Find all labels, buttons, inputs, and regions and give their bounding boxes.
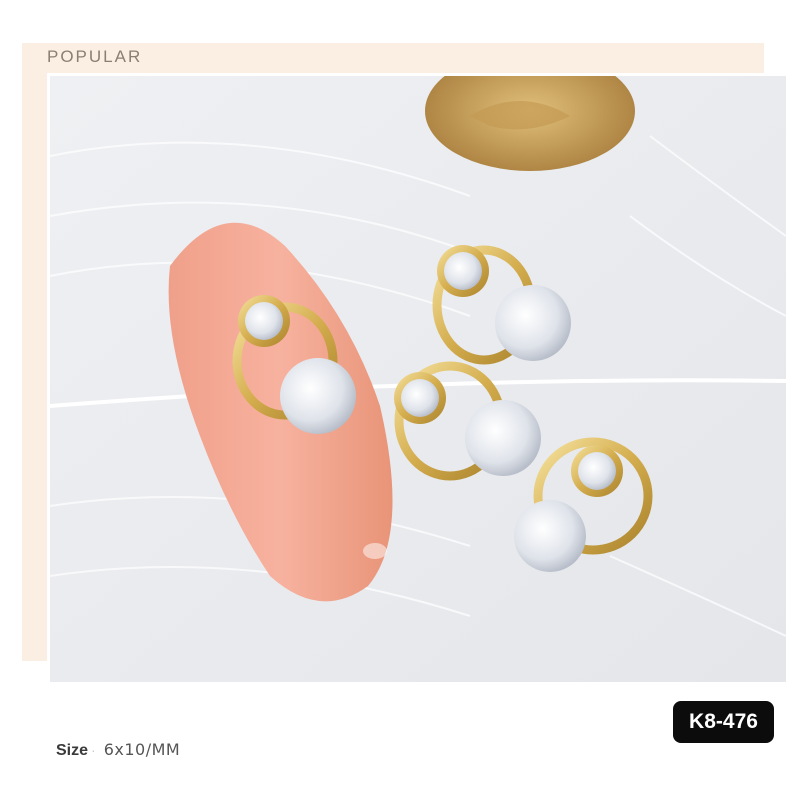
size-label: Size: [56, 742, 89, 759]
sku-badge: K8-476: [673, 701, 774, 743]
size-row: Size · 6x10/MM: [56, 740, 180, 760]
product-photo: [47, 73, 789, 685]
size-value: 6x10/MM: [103, 740, 181, 759]
section-title: POPULAR: [47, 47, 143, 66]
separator-dot-icon: ·: [91, 742, 96, 758]
